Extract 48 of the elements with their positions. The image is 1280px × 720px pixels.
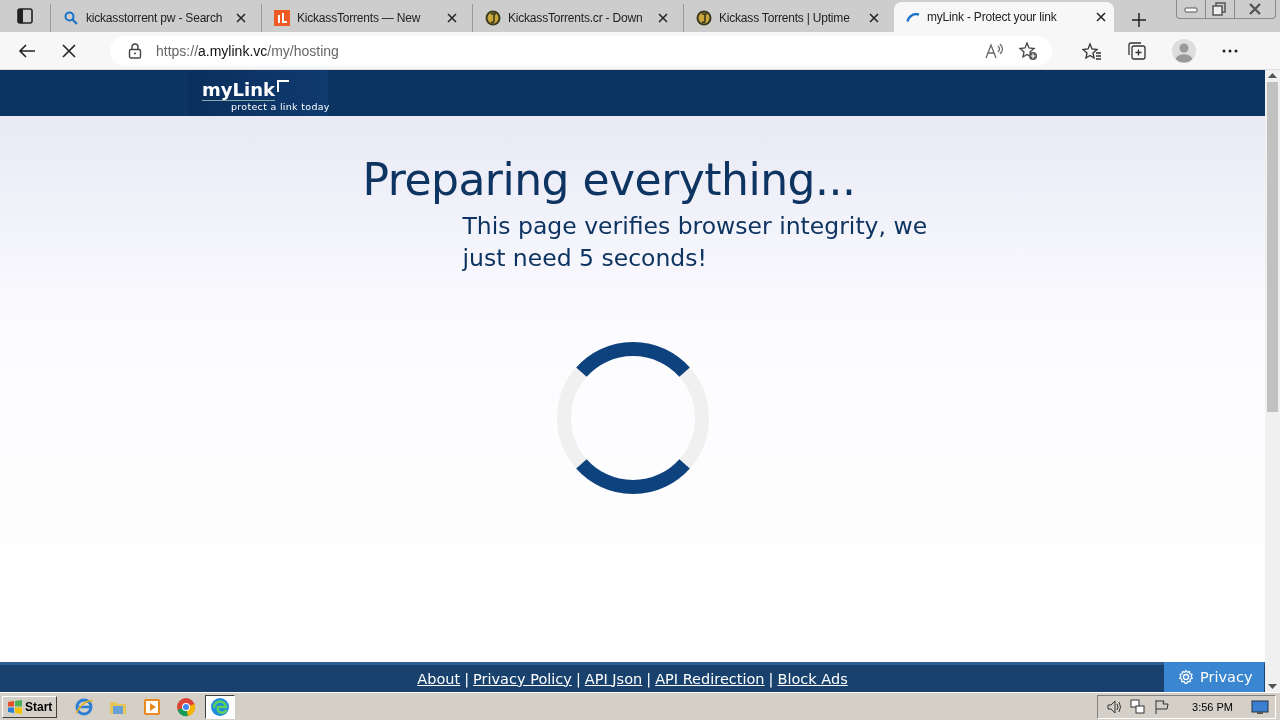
ie-icon[interactable]	[74, 696, 95, 717]
stop-icon[interactable]	[62, 43, 76, 58]
back-icon[interactable]	[18, 42, 36, 59]
show-desktop-icon[interactable]	[1251, 698, 1269, 715]
add-favorite-icon[interactable]	[1018, 40, 1038, 61]
footer-link[interactable]: Block Ads	[777, 670, 848, 687]
footer-link[interactable]: API Redirection	[655, 670, 765, 687]
footer-link[interactable]: Privacy Policy	[473, 670, 572, 687]
link-separator: |	[464, 670, 470, 687]
link-separator: |	[646, 670, 652, 687]
close-icon[interactable]	[869, 13, 879, 23]
volume-icon[interactable]	[1106, 698, 1123, 715]
close-icon[interactable]	[1096, 12, 1106, 22]
loading-icon	[906, 12, 920, 22]
logo-name: myLink	[202, 80, 275, 101]
search-icon	[63, 10, 79, 26]
clock[interactable]: 3:56 PM	[1192, 700, 1233, 713]
tab-actions-icon[interactable]	[17, 8, 33, 24]
link-separator: |	[768, 670, 774, 687]
more-icon[interactable]	[1222, 48, 1238, 53]
close-icon[interactable]	[236, 13, 246, 23]
edge-icon[interactable]	[210, 696, 231, 717]
browser-tab[interactable]: myLink - Protect your link	[894, 2, 1114, 32]
logo-tagline: protect a link today	[231, 101, 328, 113]
footer-link[interactable]: API Json	[584, 670, 643, 687]
link-separator: |	[575, 670, 581, 687]
close-icon[interactable]	[447, 13, 457, 23]
network-icon[interactable]	[1130, 698, 1147, 715]
chrome-icon[interactable]	[176, 696, 197, 717]
verification-message: This page verifies browser integrity, we just need 5 seconds!	[462, 211, 929, 274]
media-player-icon[interactable]	[142, 696, 163, 717]
profile-avatar-icon[interactable]	[1172, 38, 1196, 63]
flag-icon[interactable]	[1154, 698, 1171, 715]
page-heading: Preparing everything...	[362, 153, 857, 207]
read-aloud-icon[interactable]	[984, 42, 1004, 59]
footer-link[interactable]: About	[417, 670, 461, 687]
scrollbar-thumb[interactable]	[1267, 82, 1278, 412]
new-tab-icon[interactable]	[1131, 12, 1147, 28]
favorites-icon[interactable]	[1082, 41, 1102, 60]
close-icon[interactable]	[658, 13, 668, 23]
privacy-button[interactable]: Privacy	[1164, 662, 1264, 692]
corner-icon	[276, 80, 289, 92]
site-logo-icon	[274, 10, 290, 26]
windows-logo-icon	[7, 698, 23, 715]
lock-icon	[128, 42, 142, 59]
start-button[interactable]: Start	[2, 695, 58, 718]
collections-icon[interactable]	[1128, 41, 1146, 60]
gear-icon	[1178, 669, 1194, 685]
